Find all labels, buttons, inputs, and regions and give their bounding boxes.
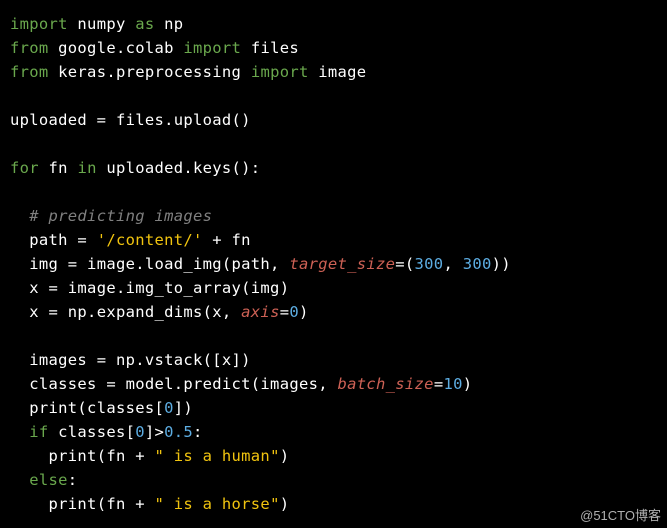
code-line-3: from keras.preprocessing import image: [10, 63, 366, 81]
code-line-17: print(classes[0]): [10, 399, 193, 417]
keyword-import: import: [251, 63, 309, 81]
keyword-as: as: [135, 15, 154, 33]
code-line-15: images = np.vstack([x]): [10, 351, 251, 369]
number-literal: 0: [164, 399, 174, 417]
kwarg: batch_size: [337, 375, 433, 393]
keyword-import: import: [10, 15, 68, 33]
number-literal: 10: [443, 375, 462, 393]
kwarg: axis: [241, 303, 280, 321]
number-literal: 0.5: [164, 423, 193, 441]
code-line-11: img = image.load_img(path, target_size=(…: [10, 255, 511, 273]
keyword-from: from: [10, 39, 49, 57]
string-literal: '/content/': [97, 231, 203, 249]
comment: # predicting images: [29, 207, 212, 225]
code-line-9: # predicting images: [10, 207, 212, 225]
watermark-label: @51CTO博客: [580, 505, 661, 524]
keyword-for: for: [10, 159, 39, 177]
keyword-in: in: [77, 159, 96, 177]
code-line-12: x = image.img_to_array(img): [10, 279, 289, 297]
code-line-7: for fn in uploaded.keys():: [10, 159, 260, 177]
string-literal: " is a horse": [154, 495, 279, 513]
code-line-10: path = '/content/' + fn: [10, 231, 251, 249]
number-literal: 0: [135, 423, 145, 441]
number-literal: 0: [289, 303, 299, 321]
code-line-19: print(fn + " is a human"): [10, 447, 289, 465]
code-line-5: uploaded = files.upload(): [10, 111, 251, 129]
code-line-1: import numpy as np: [10, 15, 183, 33]
string-literal: " is a human": [154, 447, 279, 465]
code-line-13: x = np.expand_dims(x, axis=0): [10, 303, 309, 321]
keyword-import: import: [183, 39, 241, 57]
code-line-20: else:: [10, 471, 77, 489]
keyword-else: else: [29, 471, 68, 489]
keyword-if: if: [29, 423, 48, 441]
code-line-16: classes = model.predict(images, batch_si…: [10, 375, 472, 393]
kwarg: target_size: [289, 255, 395, 273]
code-line-18: if classes[0]>0.5:: [10, 423, 203, 441]
code-line-2: from google.colab import files: [10, 39, 299, 57]
number-literal: 300: [415, 255, 444, 273]
code-block: import numpy as np from google.colab imp…: [0, 0, 667, 528]
code-line-21: print(fn + " is a horse"): [10, 495, 289, 513]
keyword-from: from: [10, 63, 49, 81]
number-literal: 300: [463, 255, 492, 273]
